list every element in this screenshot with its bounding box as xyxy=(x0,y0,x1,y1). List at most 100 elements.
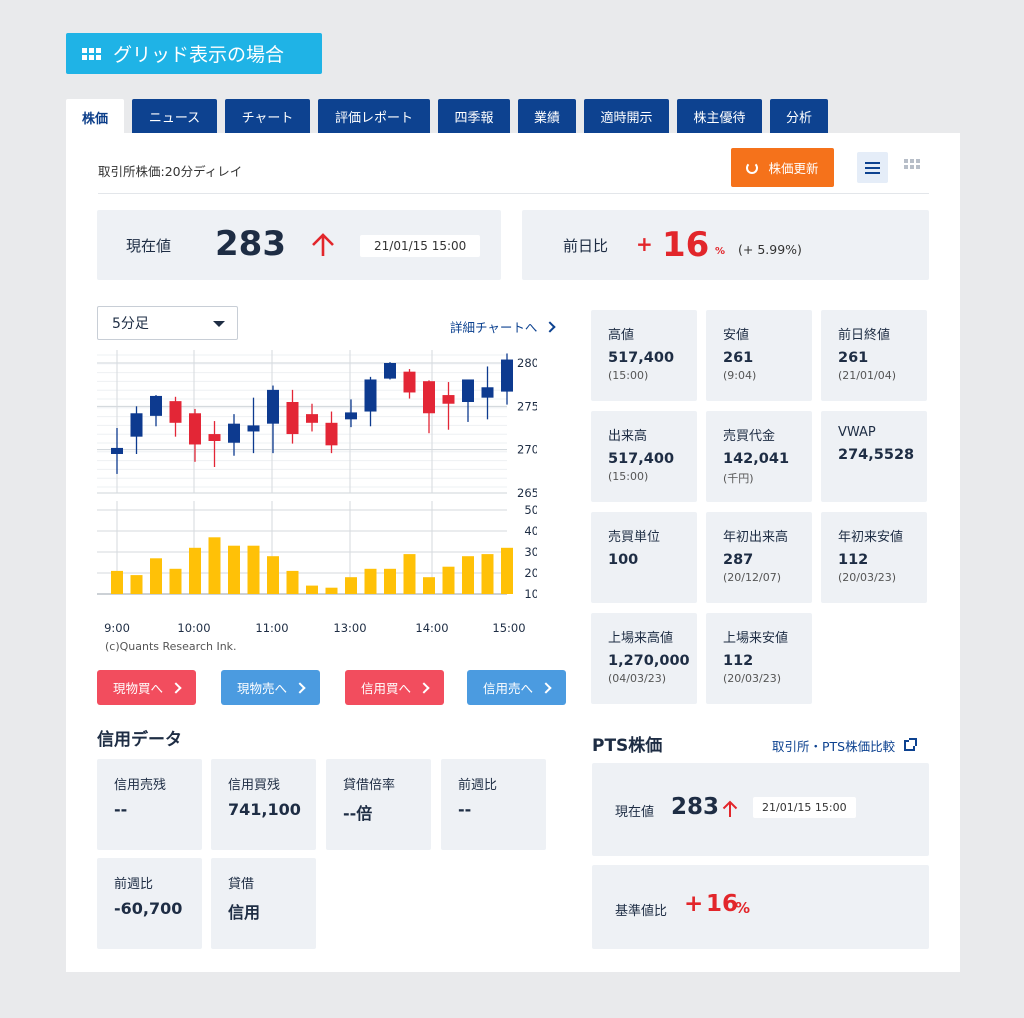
stat-vwap: VWAP 274,5528 xyxy=(821,411,927,502)
pts-base-sign: + xyxy=(684,891,704,917)
refresh-button[interactable]: 株価更新 xyxy=(731,148,834,187)
stat-value: 1,270,000 xyxy=(608,653,690,669)
stat-low: 安値 261 (9:04) xyxy=(706,310,812,401)
price-timestamp: 21/01/15 15:00 xyxy=(360,235,481,257)
stat-sub: (04/03/23) xyxy=(608,672,666,685)
candle-body xyxy=(189,413,201,445)
candle-body xyxy=(306,414,318,423)
tab-analysis[interactable]: 分析 xyxy=(770,99,828,133)
refresh-icon xyxy=(746,161,759,174)
tab-news[interactable]: ニュース xyxy=(132,99,217,133)
chart-credit: (c)Quants Research Ink. xyxy=(105,640,237,653)
candle-body xyxy=(345,412,357,420)
delay-note: 取引所株価:20分ディレイ xyxy=(98,164,243,179)
pts-compare-link[interactable]: 取引所・PTS株価比較 xyxy=(772,736,918,755)
margin-sell-label: 信用売へ xyxy=(482,681,533,696)
volume-bars xyxy=(111,537,513,594)
cash-sell-label: 現物売へ xyxy=(236,681,287,696)
tab-stock-price[interactable]: 株価 xyxy=(66,99,124,135)
stat-label: 上場来高値 xyxy=(608,631,674,646)
stat-turnover: 売買代金 142,041 (千円) xyxy=(706,411,812,502)
volume-tick-label: 20 xyxy=(524,566,537,580)
stat-alltime-high: 上場来高値 1,270,000 (04/03/23) xyxy=(591,613,697,704)
volume-bar xyxy=(189,547,201,594)
detail-chart-link[interactable]: 詳細チャートへ xyxy=(450,317,557,336)
grid-view-icon[interactable] xyxy=(904,159,920,169)
candle-body xyxy=(208,434,221,441)
tab-chart[interactable]: チャート xyxy=(225,99,310,133)
credit-label: 貸借 xyxy=(228,877,255,892)
chevron-right-icon xyxy=(418,681,430,694)
candle-body xyxy=(325,422,338,446)
volume-bar xyxy=(501,547,513,594)
interval-select[interactable]: 5分足 xyxy=(97,306,238,340)
list-view-icon[interactable] xyxy=(857,152,888,183)
interval-select-value: 5分足 xyxy=(112,316,149,332)
cash-buy-button[interactable]: 現物買へ xyxy=(97,670,196,705)
credit-label: 前週比 xyxy=(458,778,498,793)
stat-label: 年初出来高 xyxy=(723,530,789,545)
stat-ytd-low: 年初来安値 112 (20/03/23) xyxy=(821,512,927,603)
arrow-up-icon xyxy=(312,233,334,256)
pts-base-value: 16 xyxy=(706,891,739,917)
chevron-right-icon xyxy=(170,681,182,694)
stat-label: 前日終値 xyxy=(838,328,891,343)
caret-down-icon xyxy=(213,321,225,327)
stat-label: 安値 xyxy=(723,328,750,343)
candle-body xyxy=(286,402,299,435)
current-price-label: 現在値 xyxy=(126,237,172,255)
credit-sell-balance: 信用売残 -- xyxy=(97,759,202,850)
external-link-icon xyxy=(904,738,918,751)
time-tick-label: 10:00 xyxy=(177,621,210,635)
volume-bar xyxy=(267,556,279,594)
stock-chart: 280 275 270 265 50 40 30 20 10 9:00 10:00 11:00 13:0… xyxy=(97,350,537,635)
candle-body xyxy=(442,395,455,404)
tab-earnings[interactable]: 業績 xyxy=(518,99,576,133)
stat-label: VWAP xyxy=(838,425,876,440)
credit-label: 信用買残 xyxy=(228,778,281,793)
volume-bar xyxy=(345,577,357,594)
stat-value: 112 xyxy=(723,653,754,669)
candle-body xyxy=(481,387,494,398)
pts-timestamp: 21/01/15 15:00 xyxy=(753,797,856,818)
detail-chart-link-label: 詳細チャートへ xyxy=(450,320,538,335)
time-tick-label: 11:00 xyxy=(255,621,288,635)
volume-bar xyxy=(150,558,162,594)
volume-bar xyxy=(403,554,416,594)
time-tick-label: 14:00 xyxy=(415,621,448,635)
divider xyxy=(98,193,929,194)
stat-value: 261 xyxy=(723,350,754,366)
tab-shikiho[interactable]: 四季報 xyxy=(438,99,510,133)
refresh-label: 株価更新 xyxy=(768,161,819,176)
chart-grid xyxy=(97,350,507,595)
stat-value: 142,041 xyxy=(723,451,790,467)
day-change-sign: + xyxy=(636,232,653,256)
tab-rating-report[interactable]: 評価レポート xyxy=(318,99,430,133)
pts-current-label: 現在値 xyxy=(615,805,655,820)
stat-value: 517,400 xyxy=(608,350,675,366)
candle-body xyxy=(169,401,182,423)
margin-sell-button[interactable]: 信用売へ xyxy=(467,670,566,705)
stat-value: 261 xyxy=(838,350,869,366)
grid-mode-banner: グリッド表示の場合 xyxy=(66,33,322,74)
candle-body xyxy=(403,371,416,393)
stat-value: 517,400 xyxy=(608,451,675,467)
cash-sell-button[interactable]: 現物売へ xyxy=(221,670,320,705)
pts-base-card: 基準値比 + 16 % xyxy=(592,865,929,949)
credit-buy-balance: 信用買残 741,100 xyxy=(211,759,316,850)
current-price-card: 現在値 283 21/01/15 15:00 xyxy=(97,210,501,280)
chevron-right-icon xyxy=(294,681,306,694)
stat-value: 287 xyxy=(723,552,754,568)
stat-sub: (20/03/23) xyxy=(723,672,781,685)
margin-buy-button[interactable]: 信用買へ xyxy=(345,670,444,705)
pts-current-value: 283 xyxy=(671,794,720,820)
chevron-right-icon xyxy=(544,320,557,333)
tab-disclosure[interactable]: 適時開示 xyxy=(584,99,669,133)
tab-shareholder-benefits[interactable]: 株主優待 xyxy=(677,99,762,133)
stat-label: 年初来安値 xyxy=(838,530,904,545)
stat-sub: (15:00) xyxy=(608,470,649,483)
price-tick-label: 275 xyxy=(517,399,537,413)
candle-body xyxy=(501,359,513,392)
day-change-value: 16 xyxy=(662,225,710,265)
volume-bar xyxy=(247,545,260,594)
